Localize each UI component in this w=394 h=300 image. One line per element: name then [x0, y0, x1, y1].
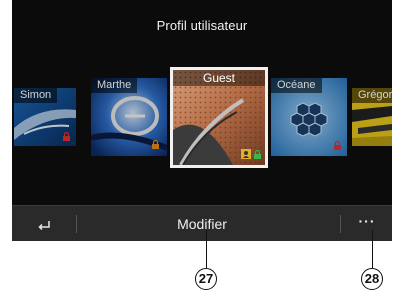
profile-name-gregory: Grégory: [352, 88, 392, 103]
profile-card-marthe[interactable]: Marthe: [91, 78, 167, 156]
profile-carousel[interactable]: Simon Marthe Guest Océane Grégor: [12, 0, 392, 200]
back-button[interactable]: [12, 206, 76, 241]
more-options-button[interactable]: ···: [342, 206, 392, 241]
lock-icon: [63, 132, 70, 141]
profile-name-marthe: Marthe: [91, 78, 138, 93]
callout-27: 27: [195, 268, 217, 290]
callout-line: [206, 230, 207, 268]
profile-image-simon: [14, 88, 76, 146]
user-badge-icon: [241, 149, 251, 159]
callout-28: 28: [361, 268, 383, 290]
profile-card-gregory[interactable]: Grégory: [352, 88, 392, 146]
modify-button[interactable]: Modifier: [82, 206, 322, 241]
lock-icon: [334, 141, 341, 150]
divider: [76, 215, 77, 233]
profile-card-simon[interactable]: Simon: [14, 88, 76, 146]
lock-icon: [254, 150, 261, 159]
bottom-bar: Modifier ···: [12, 205, 392, 241]
divider: [340, 215, 341, 233]
profile-card-guest[interactable]: Guest: [170, 67, 268, 168]
profile-name-simon: Simon: [14, 88, 58, 103]
back-arrow-icon: [38, 221, 50, 230]
profile-name-oceane: Océane: [271, 78, 322, 93]
profile-image-gregory: [352, 88, 392, 146]
profile-image-marthe: [91, 78, 167, 156]
profile-image-oceane: [271, 78, 347, 156]
profile-card-oceane[interactable]: Océane: [271, 78, 347, 156]
callout-line: [372, 230, 373, 268]
lock-icon: [152, 140, 159, 149]
profile-name-guest: Guest: [173, 70, 265, 86]
multimedia-screen: Profil utilisateur Simon Marthe Guest Oc…: [12, 0, 392, 241]
